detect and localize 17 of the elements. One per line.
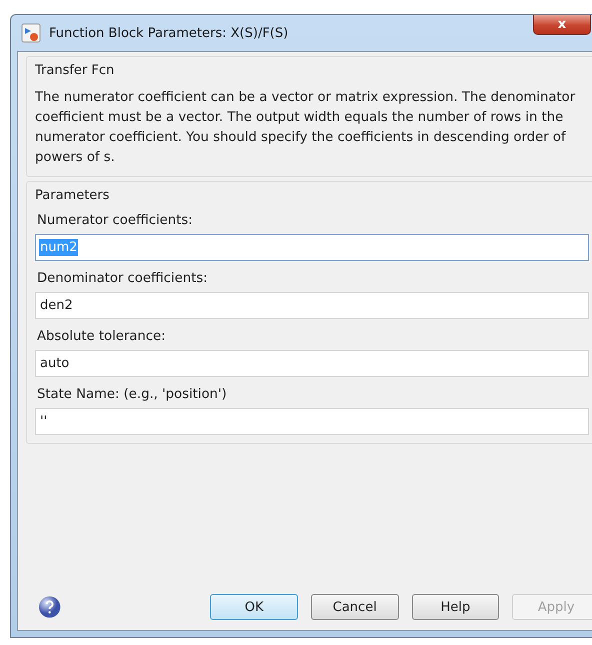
help-icon[interactable] [38,595,62,619]
group-title: Parameters [35,188,110,203]
input-field[interactable]: auto [35,350,589,377]
description-text: The numerator coefficient can be a vector or matrix expression. The denominator coefficient must be a vector. The output width equals the number of rows in the numerator coefficient. You should specify the coefficients in descending order of powers of s. [35,89,576,167]
dialog-button[interactable]: Help [412,594,500,620]
field-label: Numerator coefficients: [37,213,194,228]
dialog-button[interactable]: Cancel [310,594,399,620]
field-label: State Name: (e.g., 'position') [37,387,228,402]
close-button[interactable]: x [533,15,591,35]
window-title: Function Block Parameters: X(S)/F(S) [49,26,288,40]
input-field[interactable]: '' [35,408,589,435]
field-label: Denominator coefficients: [37,271,209,286]
dialog-button[interactable]: OK [210,594,298,620]
field-label: Absolute tolerance: [37,329,167,344]
group-title: Transfer Fcn [35,63,116,78]
input-field[interactable]: den2 [35,292,589,319]
block-icon [21,23,41,43]
